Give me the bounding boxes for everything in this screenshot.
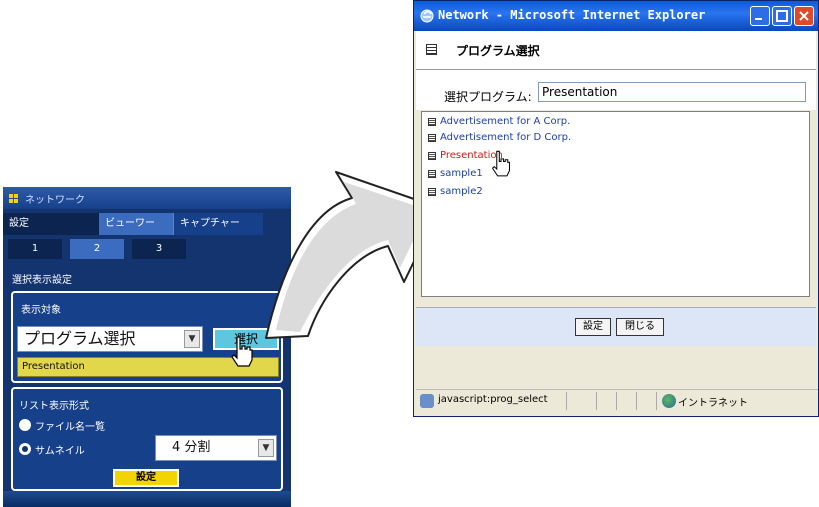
list-doc-icon [426, 44, 437, 55]
status-divider [656, 392, 657, 410]
button-bar: 設定 閉じる [416, 307, 816, 346]
set-button[interactable]: 設定 [575, 318, 611, 336]
status-divider [596, 392, 597, 410]
status-bar: javascript:prog_select イントラネット [416, 389, 818, 412]
program-item-sample1[interactable]: sample1 [428, 166, 483, 182]
status-divider [636, 392, 637, 410]
selected-program-input[interactable]: Presentation [538, 82, 806, 102]
selected-program-label: 選択プログラム: [444, 90, 532, 104]
program-form: 選択プログラム: Presentation [416, 70, 816, 110]
maximize-icon[interactable] [772, 6, 792, 26]
pointer-hand-icon [491, 150, 510, 177]
status-divider [616, 392, 617, 410]
zone-text: イントラネット [678, 398, 748, 409]
window-titlebar: Network - Microsoft Internet Explorer [414, 1, 818, 31]
program-item-d-corp[interactable]: Advertisement for D Corp. [428, 130, 571, 146]
close-icon[interactable] [794, 6, 814, 26]
program-item-sample2[interactable]: sample2 [428, 184, 483, 200]
program-list: Advertisement for A Corp. Advertisement … [421, 111, 810, 297]
minimize-icon[interactable] [750, 6, 770, 26]
status-text: javascript:prog_select [438, 394, 548, 405]
ie-window: Network - Microsoft Internet Explorer プロ… [413, 0, 819, 417]
program-item-a-corp[interactable]: Advertisement for A Corp. [428, 114, 570, 130]
page-title: プログラム選択 [456, 44, 540, 58]
window-title: Network - Microsoft Internet Explorer [438, 8, 706, 22]
status-divider [566, 392, 567, 410]
page-icon [420, 394, 434, 408]
page-header: プログラム選択 [416, 31, 816, 70]
intranet-icon [662, 394, 676, 408]
ie-icon [420, 9, 434, 23]
close-button[interactable]: 閉じる [616, 318, 664, 336]
